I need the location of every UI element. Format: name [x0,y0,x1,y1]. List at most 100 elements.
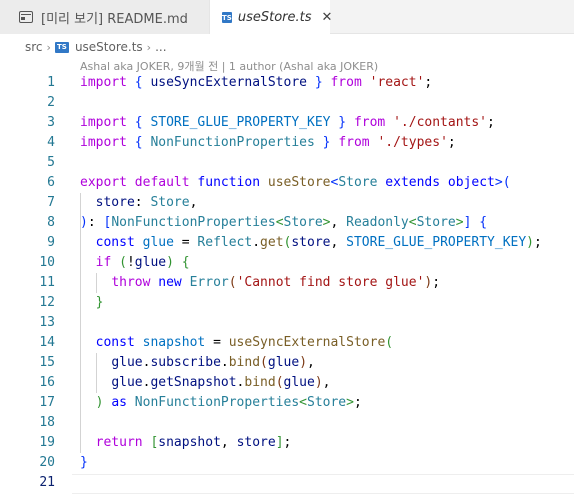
code-text: const glue = Reflect.get(store, STORE_GL… [80,233,542,253]
code-token: ; [432,275,441,290]
code-line[interactable]: 6 export default function useStore<Store … [0,173,574,193]
code-token: ! [126,255,135,270]
tab-readme-preview[interactable]: [미리 보기] README.md [0,0,210,34]
code-token: Reflect [197,235,253,250]
code-token: > [455,215,464,230]
code-line[interactable]: 10 if (!glue) { [0,253,574,273]
close-icon[interactable]: ✕ [322,10,333,25]
code-line[interactable]: 17 ) as NonFunctionProperties<Store>; [0,393,574,413]
code-token: ) [526,235,534,250]
code-token: snapshot [142,335,206,350]
code-token: useSyncExternalStore [228,335,386,350]
line-number: 6 [47,175,55,190]
line-number: 1 [47,75,55,90]
line-number: 8 [47,215,55,230]
code-token: new [158,275,182,290]
code-line[interactable]: 2 [0,93,574,113]
code-text: const snapshot = useSyncExternalStore( [80,333,393,353]
code-token: ( [228,275,237,290]
code-line[interactable]: 14 const snapshot = useSyncExternalStore… [0,333,574,353]
code-token: } [80,455,88,470]
code-token: getSnapshot [150,375,237,390]
code-token: glue [267,355,300,370]
code-token: glue [283,375,315,390]
breadcrumb-folder[interactable]: src [25,40,43,54]
code-text: throw new Error('Cannot find store glue'… [80,273,440,293]
line-number: 14 [39,335,55,350]
code-token: ) [299,355,308,370]
code-text: return [snapshot, store]; [80,433,292,453]
indent-guide [80,193,81,453]
breadcrumb-file[interactable]: useStore.ts [75,40,143,54]
breadcrumb: src › TS useStore.ts › ... [25,38,167,56]
blame-annotation[interactable]: Ashal aka JOKER, 9개월 전 | 1 author (Ashal… [80,58,378,74]
code-token: useSyncExternalStore [150,75,307,90]
line-number: 19 [39,435,55,450]
code-token: from [353,115,386,130]
code-line[interactable]: 12 } [0,293,574,313]
code-token: extends [385,175,441,190]
preview-icon [19,11,33,23]
code-token: = [173,235,198,250]
line-number: 2 [47,95,55,110]
line-number: 3 [47,115,55,130]
code-line[interactable]: 18 [0,413,574,433]
code-token: ) [166,255,174,270]
code-token: NonFunctionProperties [134,395,300,410]
code-text: ): [NonFunctionProperties<Store>, Readon… [80,213,487,233]
code-token: NonFunctionProperties [150,135,315,150]
code-line[interactable]: 13 [0,313,574,333]
code-token: ; [534,235,542,250]
code-token: ; [447,135,456,150]
code-token: : [134,195,151,210]
code-token: , [220,435,237,450]
code-token: , [330,235,347,250]
code-token: ( [275,375,284,390]
code-token: < [299,395,307,410]
code-line[interactable]: 19 return [snapshot, store]; [0,433,574,453]
line-number: 21 [39,475,55,490]
code-line[interactable]: 20} [0,453,574,473]
code-line[interactable]: 4 import { NonFunctionProperties } from '… [0,133,574,153]
line-number: 10 [39,255,55,270]
code-line[interactable]: 15 glue.subscribe.bind(glue), [0,353,574,373]
line-number: 16 [39,375,55,390]
code-line[interactable]: 11 throw new Error('Cannot find store gl… [0,273,574,293]
code-token: glue [111,355,143,370]
code-token: get [260,235,284,250]
code-token: const [95,235,135,250]
code-line[interactable]: 21 [0,473,574,493]
code-token: Store [338,175,378,190]
code-line[interactable]: 16 glue.getSnapshot.bind(glue), [0,373,574,393]
line-number: 7 [47,195,55,210]
code-line[interactable]: 1 import { useSyncExternalStore } from 'r… [0,73,574,93]
code-token: useStore [267,175,331,190]
chevron-right-icon: › [146,40,152,54]
code-token: } [338,115,347,130]
line-number: 9 [47,235,55,250]
code-token: ( [119,255,127,270]
code-text: glue.subscribe.bind(glue), [80,353,315,373]
tab-usestore[interactable]: TS useStore.ts ✕ [210,0,333,35]
code-token: from [338,135,370,150]
code-line[interactable]: 7 store: Store, [0,193,574,213]
code-token: } [95,295,104,310]
code-line[interactable]: 8 ): [NonFunctionProperties<Store>, Reado… [0,213,574,233]
code-line[interactable]: 9 const glue = Reflect.get(store, STORE_… [0,233,574,253]
code-line[interactable]: 5 [0,153,574,173]
code-token: snapshot [158,435,221,450]
breadcrumb-more[interactable]: ... [155,40,166,54]
code-token: store [95,195,135,210]
code-token: NonFunctionProperties [111,215,276,230]
code-token: . [220,355,229,370]
code-line[interactable]: 3 import { STORE_GLUE_PROPERTY_KEY } from… [0,113,574,133]
code-token: glue [142,235,174,250]
